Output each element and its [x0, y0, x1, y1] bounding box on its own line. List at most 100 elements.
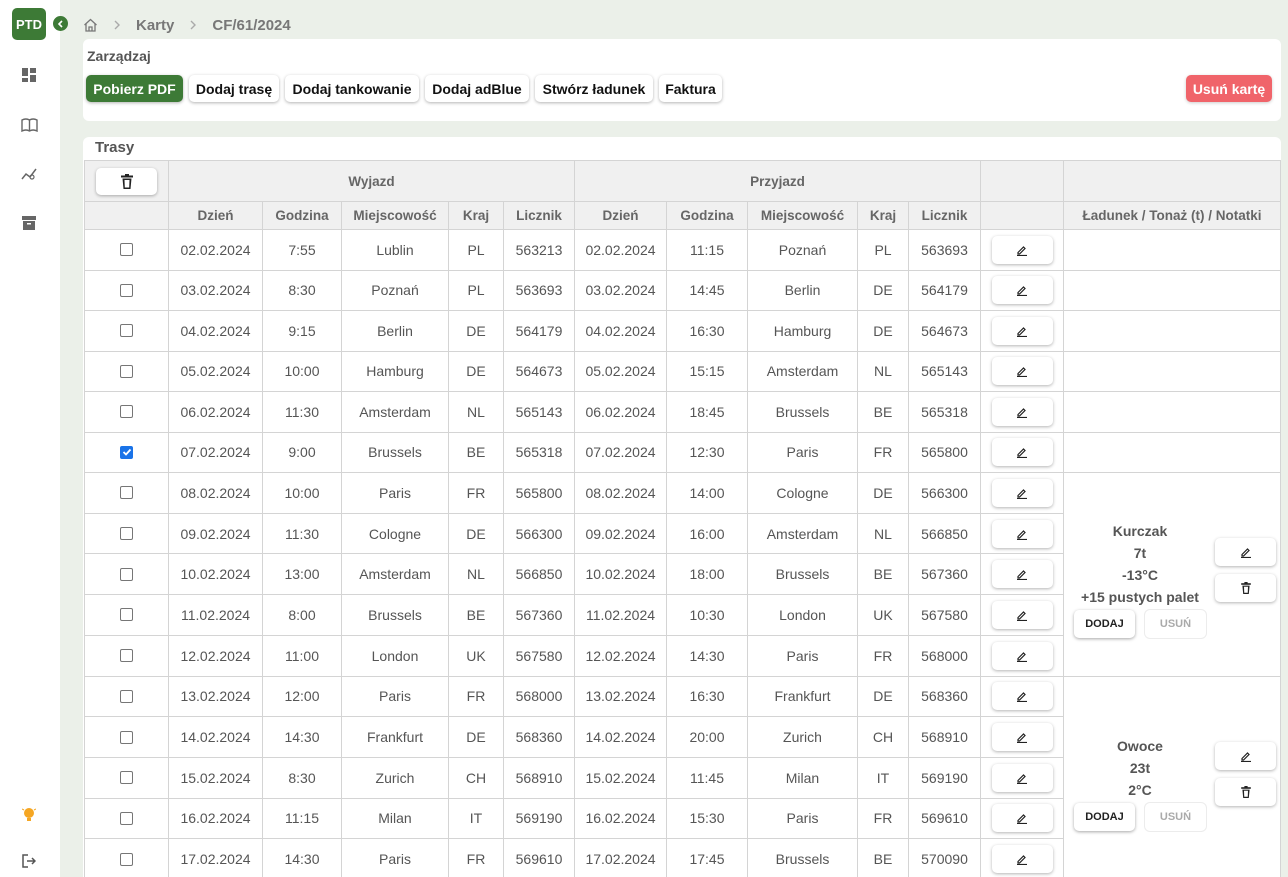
- departure-country: UK: [448, 634, 504, 677]
- arrival-country: BE: [857, 838, 909, 877]
- row-checkbox[interactable]: [120, 608, 133, 622]
- arrival-city: Zurich: [747, 716, 858, 758]
- edit-route-button[interactable]: [991, 397, 1053, 426]
- departure-time: 11:00: [262, 634, 342, 677]
- table-row: 07.02.2024 9:00 Brussels BE 565318 07.02.2024…: [84, 431, 1281, 473]
- edit-route-button[interactable]: [991, 723, 1053, 752]
- edit-route-button[interactable]: [991, 682, 1053, 711]
- row-checkbox[interactable]: [120, 283, 133, 297]
- edit-route-button[interactable]: [991, 641, 1053, 670]
- edit-route-button[interactable]: [991, 235, 1053, 264]
- select-column-header: [84, 201, 169, 230]
- delete-selected-button[interactable]: [96, 167, 157, 195]
- select-cell: [84, 512, 169, 555]
- sidebar-item-dashboard[interactable]: [20, 66, 38, 84]
- arrival-date: 07.02.2024: [574, 431, 667, 473]
- row-checkbox[interactable]: [120, 486, 133, 500]
- cargo-remove-button[interactable]: USUŃ: [1145, 610, 1206, 638]
- arrival-date: 16.02.2024: [574, 797, 667, 840]
- breadcrumb-separator-icon: [114, 20, 120, 30]
- edit-cell: [980, 634, 1064, 677]
- delete-card-button[interactable]: Usuń kartę: [1186, 75, 1272, 102]
- cargo-block: Kurczak 7t -13°C +15 pustych palet DODAJ USUŃ: [1065, 473, 1280, 675]
- arrival-city: Brussels: [747, 391, 858, 433]
- sidebar-item-book[interactable]: [20, 116, 38, 134]
- row-checkbox[interactable]: [120, 811, 133, 825]
- arrival-country: DE: [857, 472, 909, 514]
- row-checkbox[interactable]: [120, 243, 133, 257]
- sidebar-item-tips[interactable]: [20, 806, 38, 824]
- arrival-odometer: 569610: [908, 797, 981, 840]
- edit-route-button[interactable]: [991, 357, 1053, 386]
- cargo-cell-empty: [1063, 350, 1281, 392]
- add-adblue-button[interactable]: Dodaj adBlue: [425, 75, 529, 102]
- row-checkbox[interactable]: [120, 730, 133, 744]
- edit-route-button[interactable]: [991, 600, 1053, 629]
- arrival-time: 14:00: [666, 472, 748, 514]
- row-checkbox[interactable]: [120, 364, 133, 378]
- departure-city: Amsterdam: [341, 553, 449, 596]
- departure-odometer: 569610: [503, 838, 575, 877]
- row-checkbox[interactable]: [120, 689, 133, 703]
- row-checkbox[interactable]: [120, 649, 133, 663]
- row-checkbox[interactable]: [120, 852, 133, 866]
- cargo-add-button[interactable]: DODAJ: [1074, 802, 1135, 831]
- row-checkbox[interactable]: [120, 527, 133, 541]
- row-checkbox[interactable]: [120, 771, 133, 785]
- edit-route-button[interactable]: [991, 316, 1053, 345]
- cargo-edit-button[interactable]: [1215, 741, 1276, 770]
- departure-city: Paris: [341, 472, 449, 514]
- invoice-button[interactable]: Faktura: [659, 75, 722, 102]
- edit-route-button[interactable]: [991, 438, 1053, 467]
- edit-route-button[interactable]: [991, 804, 1053, 833]
- edit-icon: [1017, 407, 1027, 418]
- arrival-time: 10:30: [666, 594, 748, 636]
- edit-route-button[interactable]: [991, 519, 1053, 548]
- select-cell: [84, 229, 169, 271]
- arrival-country: UK: [857, 594, 909, 636]
- arrival-city: Brussels: [747, 553, 858, 596]
- cargo-remove-button[interactable]: USUŃ: [1145, 802, 1206, 831]
- manage-title: Zarządzaj: [87, 48, 151, 64]
- cargo-cell-empty: [1063, 431, 1281, 473]
- edit-route-button[interactable]: [991, 276, 1053, 305]
- row-checkbox[interactable]: [120, 445, 133, 459]
- edit-route-button[interactable]: [991, 763, 1053, 792]
- arrival-country: DE: [857, 310, 909, 352]
- arrival-odometer: 568000: [908, 634, 981, 677]
- departure-date: 16.02.2024: [168, 797, 263, 840]
- row-checkbox[interactable]: [120, 324, 133, 338]
- cargo-delete-button[interactable]: [1215, 777, 1276, 806]
- departure-date: 02.02.2024: [168, 229, 263, 271]
- row-checkbox[interactable]: [120, 567, 133, 581]
- edit-icon: [1017, 488, 1027, 499]
- add-route-button[interactable]: Dodaj trasę: [189, 75, 279, 102]
- arrival-country: DE: [857, 269, 909, 311]
- departure-country: DE: [448, 310, 504, 352]
- edit-route-button[interactable]: [991, 478, 1053, 507]
- edit-route-button[interactable]: [991, 845, 1053, 874]
- arrival-country: FR: [857, 431, 909, 473]
- edit-cell: [980, 431, 1064, 473]
- add-fueling-button[interactable]: Dodaj tankowanie: [285, 75, 419, 102]
- sidebar-item-stats[interactable]: [20, 165, 38, 183]
- arrival-time: 17:45: [666, 838, 748, 877]
- create-cargo-button[interactable]: Stwórz ładunek: [535, 75, 653, 102]
- cargo-delete-button[interactable]: [1215, 574, 1276, 602]
- sidebar-collapse-button[interactable]: [53, 16, 68, 31]
- app-logo[interactable]: PTD: [12, 8, 46, 40]
- cargo-edit-button[interactable]: [1215, 538, 1276, 566]
- sidebar-item-logout[interactable]: [20, 852, 38, 870]
- cargo-add-button[interactable]: DODAJ: [1074, 610, 1135, 638]
- edit-column-header: [980, 201, 1064, 230]
- download-pdf-button[interactable]: Pobierz PDF: [86, 75, 183, 102]
- departure-odometer: 567580: [503, 634, 575, 677]
- edit-route-button[interactable]: [991, 560, 1053, 589]
- breadcrumb-item-karty[interactable]: Karty: [136, 17, 174, 34]
- row-checkbox[interactable]: [120, 405, 133, 419]
- select-cell: [84, 797, 169, 840]
- sidebar-item-archive[interactable]: [20, 214, 38, 232]
- home-icon[interactable]: [83, 18, 98, 32]
- edit-icon: [1017, 570, 1027, 581]
- column-header: Miejscowość: [341, 201, 449, 230]
